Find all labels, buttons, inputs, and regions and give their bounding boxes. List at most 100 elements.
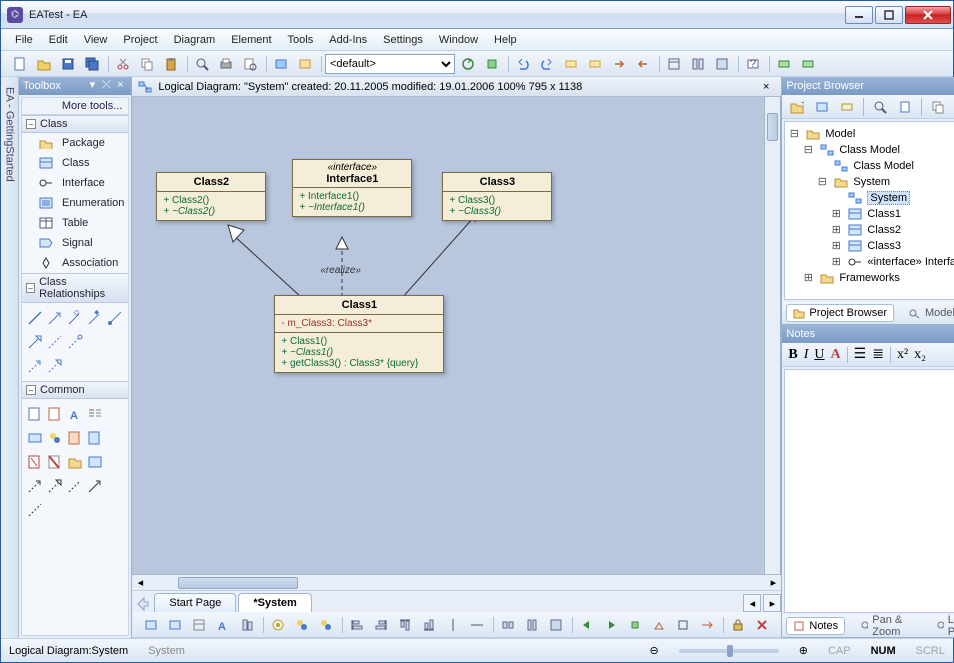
notes-sup-button[interactable]: x² [897,347,908,363]
menu-file[interactable]: File [7,32,41,48]
toolbox-cat-common[interactable]: –Common [22,381,128,399]
pb-search-button[interactable] [869,96,891,118]
tool-association[interactable]: Association [22,253,128,273]
toolbox-cat-relationships[interactable]: –Class Relationships [22,273,128,303]
ext-btn-1[interactable] [773,53,795,75]
lt-nav-5[interactable] [672,614,694,636]
tree-system-diag[interactable]: System [867,191,910,205]
common-tool-14[interactable] [46,475,64,497]
notes-tab-layout-palette[interactable]: Layout Palette [929,611,954,641]
notes-color-button[interactable]: A [831,347,841,363]
lt-btn-6[interactable] [267,614,289,636]
ext-btn-2[interactable] [797,53,819,75]
lt-nav-6[interactable] [696,614,718,636]
toolbox-cat-class[interactable]: –Class [22,115,128,133]
common-tool-4[interactable] [86,403,104,425]
tool-table[interactable]: Table [22,213,128,233]
combo-go-button[interactable] [481,53,503,75]
lt-align-5[interactable] [442,614,464,636]
common-tool-15[interactable] [66,475,84,497]
lt-btn-5[interactable] [236,614,258,636]
tree-class3[interactable]: Class3 [867,240,901,252]
common-tool-17[interactable] [26,499,44,521]
common-tool-7[interactable] [66,427,84,449]
lt-nav-4[interactable] [648,614,670,636]
rel-tool-3[interactable] [66,307,84,329]
lt-btn-1[interactable] [140,614,162,636]
lt-align-4[interactable] [418,614,440,636]
common-tool-13[interactable] [26,475,44,497]
tab-nav-right[interactable]: ▸ [763,594,781,612]
lt-size-2[interactable] [521,614,543,636]
tool-enumeration[interactable]: Enumeration [22,193,128,213]
view-btn-3[interactable] [711,53,733,75]
menu-window[interactable]: Window [431,32,486,48]
zoom-in-button[interactable]: ⊕ [799,644,808,657]
lt-nav-2[interactable] [600,614,622,636]
common-tool-11[interactable] [66,451,84,473]
tree-frameworks[interactable]: Frameworks [839,272,900,284]
help-button[interactable]: ? [742,53,764,75]
combo-refresh-button[interactable] [457,53,479,75]
common-tool-5[interactable] [26,427,44,449]
notes-italic-button[interactable]: I [804,347,809,363]
notes-list-ol-button[interactable]: ≣ [872,346,884,363]
more-tools-link[interactable]: More tools... [22,98,128,115]
redo-button[interactable] [536,53,558,75]
lt-btn-4[interactable]: A [212,614,234,636]
common-tool-16[interactable] [86,475,104,497]
canvas-vscroll[interactable] [764,97,780,574]
canvas-hscroll[interactable]: ◂▸ [132,574,781,590]
rel-tool-5[interactable] [106,307,124,329]
common-tool-2[interactable] [46,403,64,425]
lt-btn-2[interactable] [164,614,186,636]
menu-project[interactable]: Project [115,32,165,48]
tool-package[interactable]: Package [22,133,128,153]
menu-diagram[interactable]: Diagram [166,32,224,48]
uml-class2[interactable]: Class2 + Class2() + ~Class2() [156,172,266,221]
tree-class2[interactable]: Class2 [867,224,901,236]
lt-btn-3[interactable] [188,614,210,636]
getting-started-tab[interactable]: EA - GettingStarted [1,77,19,638]
diagram-canvas[interactable]: «realize» Class2 + Class2() + ~Class2() … [132,97,781,574]
common-tool-6[interactable] [46,427,64,449]
default-combo[interactable]: <default> [325,54,455,74]
save-all-button[interactable] [81,53,103,75]
undo-button[interactable] [512,53,534,75]
search-button[interactable] [191,53,213,75]
lt-btn-8[interactable] [315,614,337,636]
uml-class3[interactable]: Class3 + Class3() + ~Class3() [442,172,552,221]
uml-class1[interactable]: Class1 - m_Class3: Class3* + Class1() + … [274,295,444,373]
notes-editor[interactable] [784,369,954,613]
tree-class1[interactable]: Class1 [867,208,901,220]
tool-btn-2[interactable] [294,53,316,75]
nav-btn-1[interactable] [560,53,582,75]
menu-edit[interactable]: Edit [41,32,76,48]
rel-tool-9[interactable] [26,355,44,377]
tree-class-model-pkg[interactable]: Class Model [839,144,900,156]
tool-class[interactable]: Class [22,153,128,173]
zoom-slider[interactable] [679,649,779,653]
toolbox-dropdown-icon[interactable]: ▾ [85,79,99,93]
menu-help[interactable]: Help [486,32,525,48]
common-tool-3[interactable]: A [66,403,84,425]
open-button[interactable] [33,53,55,75]
tab-start-page[interactable]: Start Page [154,593,236,612]
save-button[interactable] [57,53,79,75]
maximize-button[interactable] [875,6,903,24]
toolbox-pin-icon[interactable]: ⤫ [99,79,113,93]
tree-interface1[interactable]: «interface» Interface1 [867,256,954,268]
nav-btn-3[interactable] [608,53,630,75]
pb-copy-button[interactable] [927,96,949,118]
lt-align-6[interactable] [466,614,488,636]
menu-addins[interactable]: Add-Ins [321,32,375,48]
pb-tab-model-views[interactable]: Model Views [902,304,954,322]
notes-tab-pan-zoom[interactable]: Pan & Zoom [853,611,920,641]
close-button[interactable] [905,6,951,24]
menu-settings[interactable]: Settings [375,32,431,48]
nav-btn-2[interactable] [584,53,606,75]
tab-nav-left[interactable]: ◂ [743,594,761,612]
paste-button[interactable] [160,53,182,75]
notes-tab-notes[interactable]: Notes [786,617,845,635]
toolbox-close-icon[interactable]: × [113,79,127,93]
